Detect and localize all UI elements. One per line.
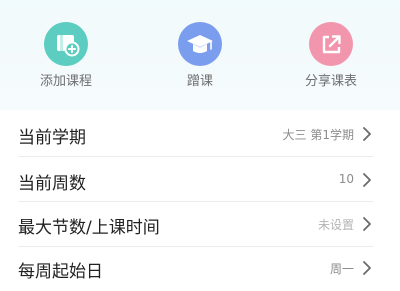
share-schedule-label: 分享课表 <box>304 74 357 89</box>
setting-title: 每周起始日 <box>18 262 103 282</box>
quick-actions-panel: 添加课程 蹭课 分享课表 <box>0 0 400 110</box>
setting-row-current-semester[interactable]: 当前学期 大三 第1学期 <box>0 111 400 157</box>
setting-value: 10 <box>338 172 354 186</box>
chevron-right-icon <box>363 217 371 231</box>
setting-value: 周一 <box>329 262 354 276</box>
setting-title: 当前周数 <box>18 174 86 194</box>
setting-row-max-periods[interactable]: 最大节数/上课时间 未设置 <box>0 201 400 247</box>
share-icon <box>309 22 353 66</box>
chevron-right-icon <box>363 173 371 187</box>
add-course-button[interactable]: 添加课程 <box>6 0 126 110</box>
chevron-right-icon <box>363 261 371 275</box>
setting-title: 当前学期 <box>18 128 86 148</box>
audit-class-button[interactable]: 蹭课 <box>140 0 260 110</box>
setting-value: 大三 第1学期 <box>282 128 354 142</box>
graduation-cap-icon <box>178 22 222 66</box>
setting-value: 未设置 <box>317 218 354 232</box>
add-course-icon <box>44 22 88 66</box>
add-course-label: 添加课程 <box>39 74 92 89</box>
setting-row-current-week[interactable]: 当前周数 10 <box>0 157 400 203</box>
chevron-right-icon <box>363 127 371 141</box>
audit-class-label: 蹭课 <box>186 74 213 89</box>
setting-row-week-start-day[interactable]: 每周起始日 周一 <box>0 245 400 291</box>
setting-title: 最大节数/上课时间 <box>18 218 160 238</box>
share-schedule-button[interactable]: 分享课表 <box>271 0 391 110</box>
